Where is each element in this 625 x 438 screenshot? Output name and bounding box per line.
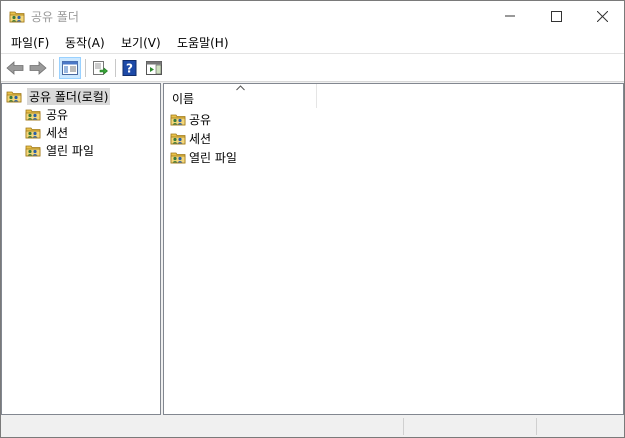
menu-bar: 파일(F) 동작(A) 보기(V) 도움말(H) (1, 31, 624, 54)
tree-item-label: 열린 파일 (46, 143, 94, 158)
tree-item-open-files[interactable]: 열린 파일 (25, 141, 94, 159)
shared-folder-icon (170, 130, 186, 146)
back-arrow-icon (6, 61, 24, 75)
status-separator (536, 418, 537, 435)
forward-button[interactable] (27, 57, 49, 79)
help-button[interactable]: ? (119, 57, 141, 79)
back-button[interactable] (4, 57, 26, 79)
maximize-button[interactable] (533, 1, 579, 31)
export-list-button[interactable] (89, 57, 111, 79)
column-header-label: 이름 (172, 92, 195, 106)
tree-item-label: 공유 (46, 107, 69, 122)
column-header-name[interactable]: 이름 (164, 84, 317, 108)
menu-action[interactable]: 동작(A) (65, 34, 105, 51)
tree-item-shares[interactable]: 공유 (25, 105, 68, 123)
maximize-icon (550, 10, 562, 22)
list-item[interactable]: 열린 파일 (170, 148, 237, 166)
shared-folder-icon (25, 124, 41, 140)
export-list-icon (93, 61, 108, 75)
minimize-icon (505, 15, 515, 17)
shared-folder-icon (170, 111, 186, 127)
shared-folder-icon (170, 149, 186, 165)
shared-folder-icon (9, 8, 25, 24)
menu-view[interactable]: 보기(V) (121, 34, 161, 51)
window-title: 공유 폴더 (31, 10, 79, 24)
toolbar-separator (53, 59, 54, 77)
list-item[interactable]: 공유 (170, 110, 211, 128)
minimize-button[interactable] (487, 1, 533, 31)
details-pane[interactable]: 이름 공유 세션 열린 파일 (163, 83, 624, 415)
list-item-label: 열린 파일 (189, 150, 237, 165)
toolbar-separator (85, 59, 86, 77)
console-tree-pane[interactable]: 공유 폴더(로컬) 공유 세션 열린 파일 (1, 83, 161, 415)
menu-help[interactable]: 도움말(H) (177, 34, 229, 51)
help-icon: ? (122, 60, 137, 76)
title-bar[interactable]: 공유 폴더 (1, 1, 624, 31)
status-bar (1, 415, 624, 437)
shared-folder-icon (25, 142, 41, 158)
action-pane-icon (146, 61, 162, 75)
show-hide-action-pane-button[interactable] (143, 57, 165, 79)
toolbar: ? (1, 54, 624, 82)
sort-ascending-icon (236, 85, 245, 91)
shared-folder-icon (25, 106, 41, 122)
status-separator (403, 418, 404, 435)
list-item-label: 공유 (189, 112, 212, 127)
close-icon (596, 10, 608, 22)
tree-item-shared-folders-local[interactable]: 공유 폴더(로컬) (6, 87, 111, 105)
list-item[interactable]: 세션 (170, 129, 211, 147)
svg-text:?: ? (126, 62, 133, 76)
forward-arrow-icon (29, 61, 47, 75)
close-button[interactable] (579, 1, 624, 31)
shared-folder-icon (6, 88, 22, 104)
menu-file[interactable]: 파일(F) (11, 34, 49, 51)
list-item-label: 세션 (189, 131, 212, 146)
toolbar-separator (115, 59, 116, 77)
tree-item-sessions[interactable]: 세션 (25, 123, 68, 141)
app-window: 공유 폴더 파일(F) 동작(A) 보기(V) 도움말(H) ? 공유 폴더(로… (0, 0, 625, 438)
tree-item-label: 세션 (46, 125, 69, 140)
show-hide-console-tree-button[interactable] (59, 57, 81, 79)
tree-item-label: 공유 폴더(로컬) (27, 87, 111, 105)
console-tree-icon (62, 61, 78, 75)
